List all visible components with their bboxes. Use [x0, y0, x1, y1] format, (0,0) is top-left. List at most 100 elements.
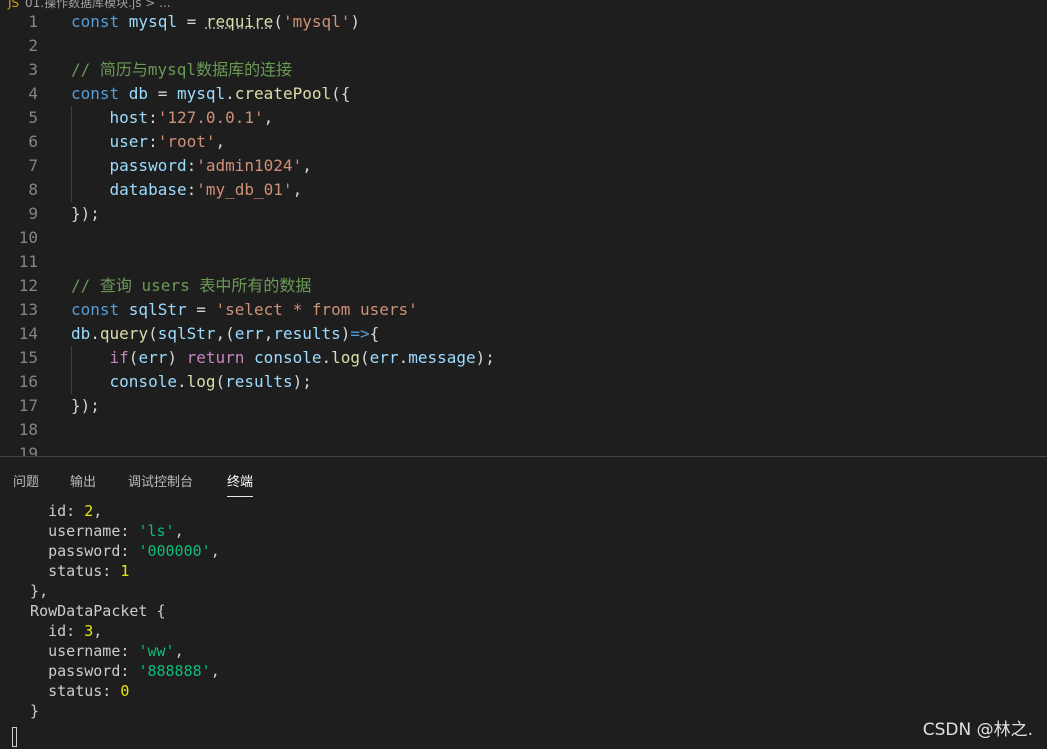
code-line[interactable]: 14 db.query(sqlStr,(err,results)=>{ [0, 322, 1047, 346]
terminal-token: , [174, 522, 184, 540]
line-number: 4 [28, 84, 38, 103]
breadcrumb[interactable]: JS 01.操作数据库模块.js > ... [0, 0, 171, 10]
code-token: ,( [215, 324, 235, 343]
terminal-token: id: [12, 502, 85, 520]
code-line[interactable]: 7 password:'admin1024', [0, 154, 1047, 178]
code-token: ) [350, 12, 361, 31]
code-line[interactable]: 8 database:'my_db_01', [0, 178, 1047, 202]
code-text: password:'admin1024', [71, 154, 312, 178]
code-text: host:'127.0.0.1', [71, 106, 274, 130]
code-line[interactable]: 13 const sqlStr = 'select * from users' [0, 298, 1047, 322]
code-line[interactable]: 6 user:'root', [0, 130, 1047, 154]
code-text: database:'my_db_01', [71, 178, 303, 202]
panel-tabs: 问题 输出 调试控制台 终端 [0, 457, 1047, 497]
terminal-token: password: [12, 542, 139, 560]
code-line[interactable]: 1 const mysql = require('mysql') [0, 10, 1047, 34]
code-text: // 简历与mysql数据库的连接 [71, 58, 292, 82]
line-number: 14 [18, 324, 38, 343]
code-line[interactable]: 19 [0, 442, 1047, 456]
code-line[interactable]: 18 [0, 418, 1047, 442]
terminal-token: username: [12, 642, 139, 660]
line-number: 13 [18, 300, 38, 319]
code-line[interactable]: 11 [0, 250, 1047, 274]
code-token: mysql [128, 12, 177, 31]
watermark: CSDN @林之. [922, 720, 1033, 740]
code-token: ({ [331, 84, 351, 103]
terminal-line: status: 1 [12, 561, 129, 581]
terminal-token: } [12, 702, 40, 720]
code-token: = [186, 300, 216, 319]
code-token: : [148, 108, 158, 127]
code-token: , [215, 132, 226, 151]
code-token: user [109, 132, 149, 151]
code-token: message [408, 348, 476, 367]
terminal-line: username: 'ls', [12, 521, 184, 541]
code-token: database [109, 180, 187, 199]
terminal-line: id: 2, [12, 501, 102, 521]
code-token: . [90, 324, 100, 343]
code-token: password [109, 156, 187, 175]
code-token: ); [292, 372, 312, 391]
breadcrumb-text: 01.操作数据库模块.js > ... [24, 0, 171, 10]
code-line[interactable]: 12 // 查询 users 表中所有的数据 [0, 274, 1047, 298]
code-token: if [109, 348, 129, 367]
code-token: . [225, 84, 235, 103]
code-token: err [234, 324, 264, 343]
code-token: = [148, 84, 177, 103]
line-number: 1 [28, 12, 38, 31]
code-line[interactable]: 10 [0, 226, 1047, 250]
code-token: results [273, 324, 341, 343]
terminal-token: '000000' [138, 542, 211, 560]
code-token: host [109, 108, 149, 127]
line-number: 6 [28, 132, 38, 151]
code-line[interactable]: 9}); [0, 202, 1047, 226]
terminal-token: 'ls' [138, 522, 175, 540]
code-token: : [186, 156, 197, 175]
code-token: }); [71, 396, 100, 415]
code-line[interactable]: 3 // 简历与mysql数据库的连接 [0, 58, 1047, 82]
line-number: 19 [18, 444, 38, 456]
code-line[interactable]: 17}); [0, 394, 1047, 418]
code-line[interactable]: 5 host:'127.0.0.1', [0, 106, 1047, 130]
terminal-line: id: 3, [12, 621, 102, 641]
terminal-token: id: [12, 622, 85, 640]
bottom-panel: 问题 输出 调试控制台 终端 id: 2, username: 'ls', passw… [0, 456, 1047, 749]
code-token: db [71, 324, 91, 343]
code-editor[interactable]: 1 const mysql = require('mysql') 2 3 // 简历与m… [0, 10, 1047, 456]
js-file-icon: JS [8, 0, 20, 10]
line-number: 16 [18, 372, 38, 391]
line-number: 10 [18, 228, 38, 247]
code-token: . [176, 372, 187, 391]
code-line[interactable]: 15 if(err) return console.log(err.messag… [0, 346, 1047, 370]
terminal-line: password: '888888', [12, 661, 220, 681]
terminal-token: , [210, 542, 220, 560]
terminal-token: status: [12, 682, 121, 700]
tab-output[interactable]: 输出 [70, 471, 96, 496]
code-token: }); [71, 204, 100, 223]
tab-debug-console[interactable]: 调试控制台 [128, 471, 193, 496]
code-token: 'select * from users' [215, 300, 418, 319]
terminal-token: 1 [120, 562, 130, 580]
code-token: 'my_db_01' [196, 180, 293, 199]
line-number: 3 [28, 60, 38, 79]
code-token: return [186, 348, 255, 367]
code-line[interactable]: 4 const db = mysql.createPool({ [0, 82, 1047, 106]
code-text: user:'root', [71, 130, 226, 154]
code-token: // 简历与mysql数据库的连接 [71, 60, 293, 79]
code-text: const db = mysql.createPool({ [71, 82, 350, 106]
terminal-line: username: 'ww', [12, 641, 184, 661]
code-token: ( [148, 324, 158, 343]
code-token: query [99, 324, 149, 343]
code-text: const sqlStr = 'select * from users' [71, 298, 418, 322]
terminal-token: 2 [84, 502, 94, 520]
terminal-token: status: [12, 562, 121, 580]
terminal-token: , [174, 642, 184, 660]
code-line[interactable]: 16 console.log(results); [0, 370, 1047, 394]
code-line[interactable]: 2 [0, 34, 1047, 58]
code-token: { [369, 324, 380, 343]
tab-terminal[interactable]: 终端 [227, 471, 254, 497]
tab-problems[interactable]: 问题 [13, 471, 39, 496]
